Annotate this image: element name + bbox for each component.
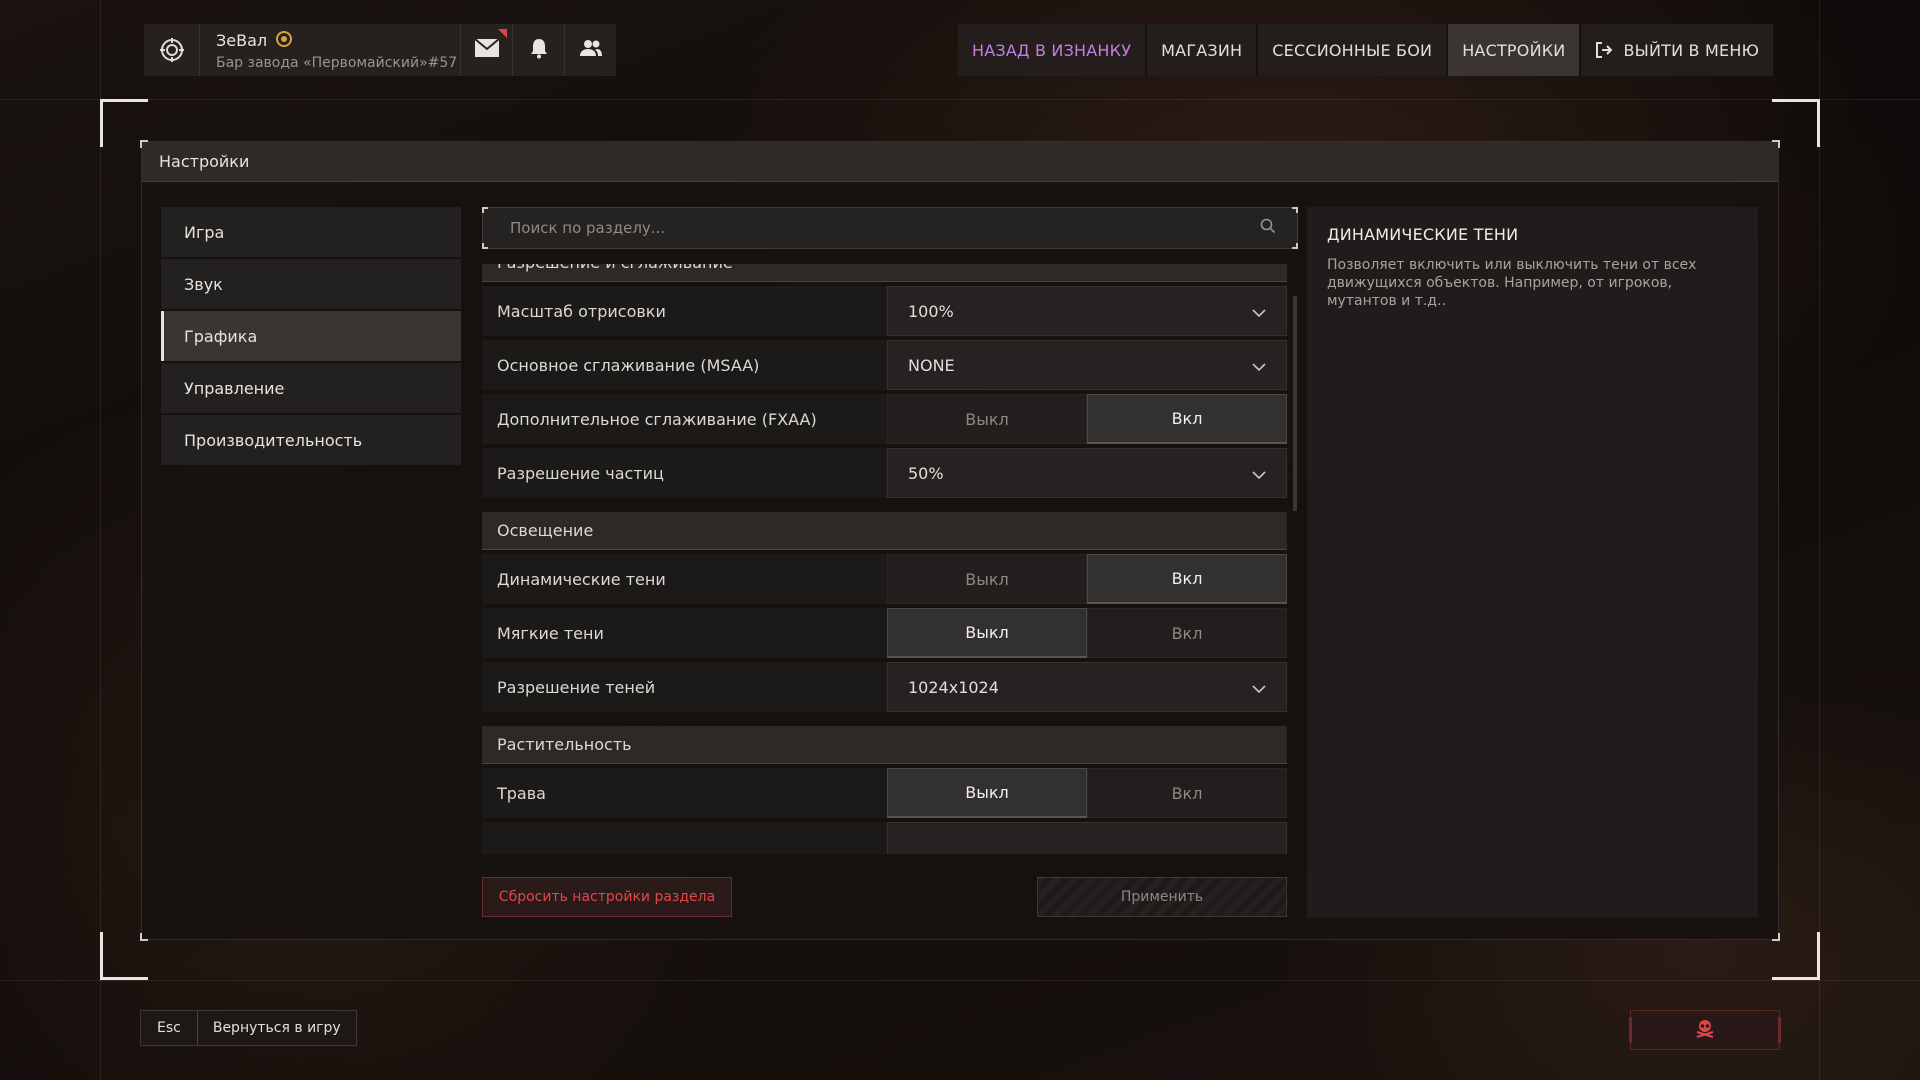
grass-off-toggle[interactable]: Выкл bbox=[887, 768, 1087, 818]
setting-row-particles: Разрешение частиц 50% bbox=[482, 448, 1287, 498]
section-lighting: Освещение bbox=[482, 512, 1287, 550]
chevron-down-icon bbox=[1252, 356, 1266, 375]
user-box: ЗеВал Бар завода «Первомайский»#57 bbox=[144, 24, 616, 76]
frame-line bbox=[1819, 0, 1820, 1080]
frame-line bbox=[100, 0, 101, 1080]
frame-line bbox=[0, 980, 1920, 981]
setting-label: Разрешение частиц bbox=[497, 463, 664, 483]
top-nav: НАЗАД В ИЗНАНКУ МАГАЗИН СЕССИОННЫЕ БОИ Н… bbox=[958, 24, 1774, 76]
sidebar-item-performance[interactable]: Производительность bbox=[161, 415, 461, 465]
search-corner bbox=[482, 207, 488, 213]
panel-title: Настройки bbox=[142, 142, 1778, 182]
description-text: Позволяет включить или выключить тени от… bbox=[1327, 257, 1697, 309]
return-to-game-button[interactable]: Esc Вернуться в игру bbox=[140, 1010, 357, 1046]
exit-label: ВЫЙТИ В МЕНЮ bbox=[1623, 40, 1760, 60]
nav-back-to-underside[interactable]: НАЗАД В ИЗНАНКУ bbox=[958, 24, 1145, 76]
skull-button[interactable] bbox=[1629, 1010, 1781, 1050]
soft-shadows-off-toggle[interactable]: Выкл bbox=[887, 608, 1087, 658]
setting-row-shadow-resolution: Разрешение теней 1024x1024 bbox=[482, 662, 1287, 712]
apply-button[interactable]: Применить bbox=[1037, 877, 1287, 917]
user-location: Бар завода «Первомайский»#57 bbox=[216, 54, 458, 71]
settings-sidebar: Игра Звук Графика Управление Производите… bbox=[161, 207, 461, 467]
render-scale-select[interactable]: 100% bbox=[887, 286, 1287, 336]
grass-on-toggle[interactable]: Вкл bbox=[1087, 768, 1287, 818]
section-resolution: Разрешение и сглаживание bbox=[482, 264, 1287, 282]
skull-icon bbox=[1694, 1018, 1716, 1042]
dynamic-shadows-on-toggle[interactable]: Вкл bbox=[1087, 554, 1287, 604]
exit-icon bbox=[1595, 41, 1613, 59]
friends-button[interactable] bbox=[564, 24, 616, 76]
setting-label: Разрешение теней bbox=[497, 677, 656, 697]
setting-row-render-scale: Масштаб отрисовки 100% bbox=[482, 286, 1287, 336]
setting-label: Основное сглаживание (MSAA) bbox=[497, 355, 760, 375]
setting-label: Мягкие тени bbox=[497, 623, 604, 643]
search-input[interactable]: Поиск по разделу... bbox=[482, 207, 1298, 249]
setting-row-msaa: Основное сглаживание (MSAA) NONE bbox=[482, 340, 1287, 390]
fxaa-on-toggle[interactable]: Вкл bbox=[1087, 394, 1287, 444]
setting-row-partial bbox=[482, 822, 1287, 854]
chevron-down-icon bbox=[1252, 678, 1266, 697]
dynamic-shadows-off-toggle[interactable]: Выкл bbox=[887, 554, 1087, 604]
search-corner bbox=[1292, 207, 1298, 213]
select-value: 1024x1024 bbox=[908, 677, 999, 697]
select-value: NONE bbox=[908, 355, 955, 375]
soft-shadows-on-toggle[interactable]: Вкл bbox=[1087, 608, 1287, 658]
panel-corner bbox=[140, 933, 148, 941]
setting-label: Масштаб отрисовки bbox=[497, 301, 666, 321]
friends-icon bbox=[579, 38, 603, 62]
chevron-down-icon bbox=[1252, 464, 1266, 483]
panel-corner bbox=[1772, 933, 1780, 941]
panel-corner bbox=[1772, 140, 1780, 148]
select-value: 50% bbox=[908, 463, 944, 483]
shadow-resolution-select[interactable]: 1024x1024 bbox=[887, 662, 1287, 712]
description-title: ДИНАМИЧЕСКИЕ ТЕНИ bbox=[1327, 225, 1519, 244]
particles-select[interactable]: 50% bbox=[887, 448, 1287, 498]
mail-button[interactable] bbox=[460, 24, 512, 76]
description-panel: ДИНАМИЧЕСКИЕ ТЕНИ Позволяет включить или… bbox=[1307, 207, 1758, 917]
partial-select[interactable] bbox=[887, 822, 1287, 854]
search-corner bbox=[482, 243, 488, 249]
setting-label: Динамические тени bbox=[497, 569, 666, 589]
list-scrollbar[interactable] bbox=[1293, 296, 1297, 511]
sidebar-item-graphics[interactable]: Графика bbox=[161, 311, 461, 361]
bell-icon bbox=[529, 37, 549, 63]
notifications-button[interactable] bbox=[512, 24, 564, 76]
search-icon[interactable] bbox=[1260, 218, 1276, 238]
setting-row-soft-shadows: Мягкие тени Выкл Вкл bbox=[482, 608, 1287, 658]
setting-row-dynamic-shadows: Динамические тени Выкл Вкл bbox=[482, 554, 1287, 604]
msaa-select[interactable]: NONE bbox=[887, 340, 1287, 390]
settings-list: Разрешение и сглаживание Масштаб отрисов… bbox=[482, 264, 1287, 854]
rank-badge-icon bbox=[275, 30, 293, 52]
reset-section-button[interactable]: Сбросить настройки раздела bbox=[482, 877, 732, 917]
mail-icon bbox=[473, 38, 500, 62]
sidebar-item-controls[interactable]: Управление bbox=[161, 363, 461, 413]
section-vegetation: Растительность bbox=[482, 726, 1287, 764]
esc-key-label: Esc bbox=[141, 1011, 198, 1045]
nav-session-battles[interactable]: СЕССИОННЫЕ БОИ bbox=[1256, 24, 1446, 76]
unread-indicator bbox=[498, 29, 507, 38]
nav-settings[interactable]: НАСТРОЙКИ bbox=[1446, 24, 1580, 76]
sidebar-item-sound[interactable]: Звук bbox=[161, 259, 461, 309]
setting-row-fxaa: Дополнительное сглаживание (FXAA) Выкл В… bbox=[482, 394, 1287, 444]
user-name: ЗеВал bbox=[216, 31, 268, 50]
setting-label: Трава bbox=[497, 783, 546, 803]
frame-line bbox=[0, 99, 1920, 100]
faction-logo-icon[interactable] bbox=[144, 24, 200, 76]
setting-row-grass: Трава Выкл Вкл bbox=[482, 768, 1287, 818]
select-value: 100% bbox=[908, 301, 954, 321]
sidebar-item-game[interactable]: Игра bbox=[161, 207, 461, 257]
fxaa-off-toggle[interactable]: Выкл bbox=[887, 394, 1087, 444]
nav-exit-to-menu[interactable]: ВЫЙТИ В МЕНЮ bbox=[1579, 24, 1773, 76]
return-label: Вернуться в игру bbox=[212, 1020, 341, 1036]
nav-shop[interactable]: МАГАЗИН bbox=[1145, 24, 1256, 76]
setting-label: Дополнительное сглаживание (FXAA) bbox=[497, 409, 817, 429]
search-corner bbox=[1292, 243, 1298, 249]
chevron-down-icon bbox=[1252, 302, 1266, 321]
panel-corner bbox=[140, 140, 148, 148]
